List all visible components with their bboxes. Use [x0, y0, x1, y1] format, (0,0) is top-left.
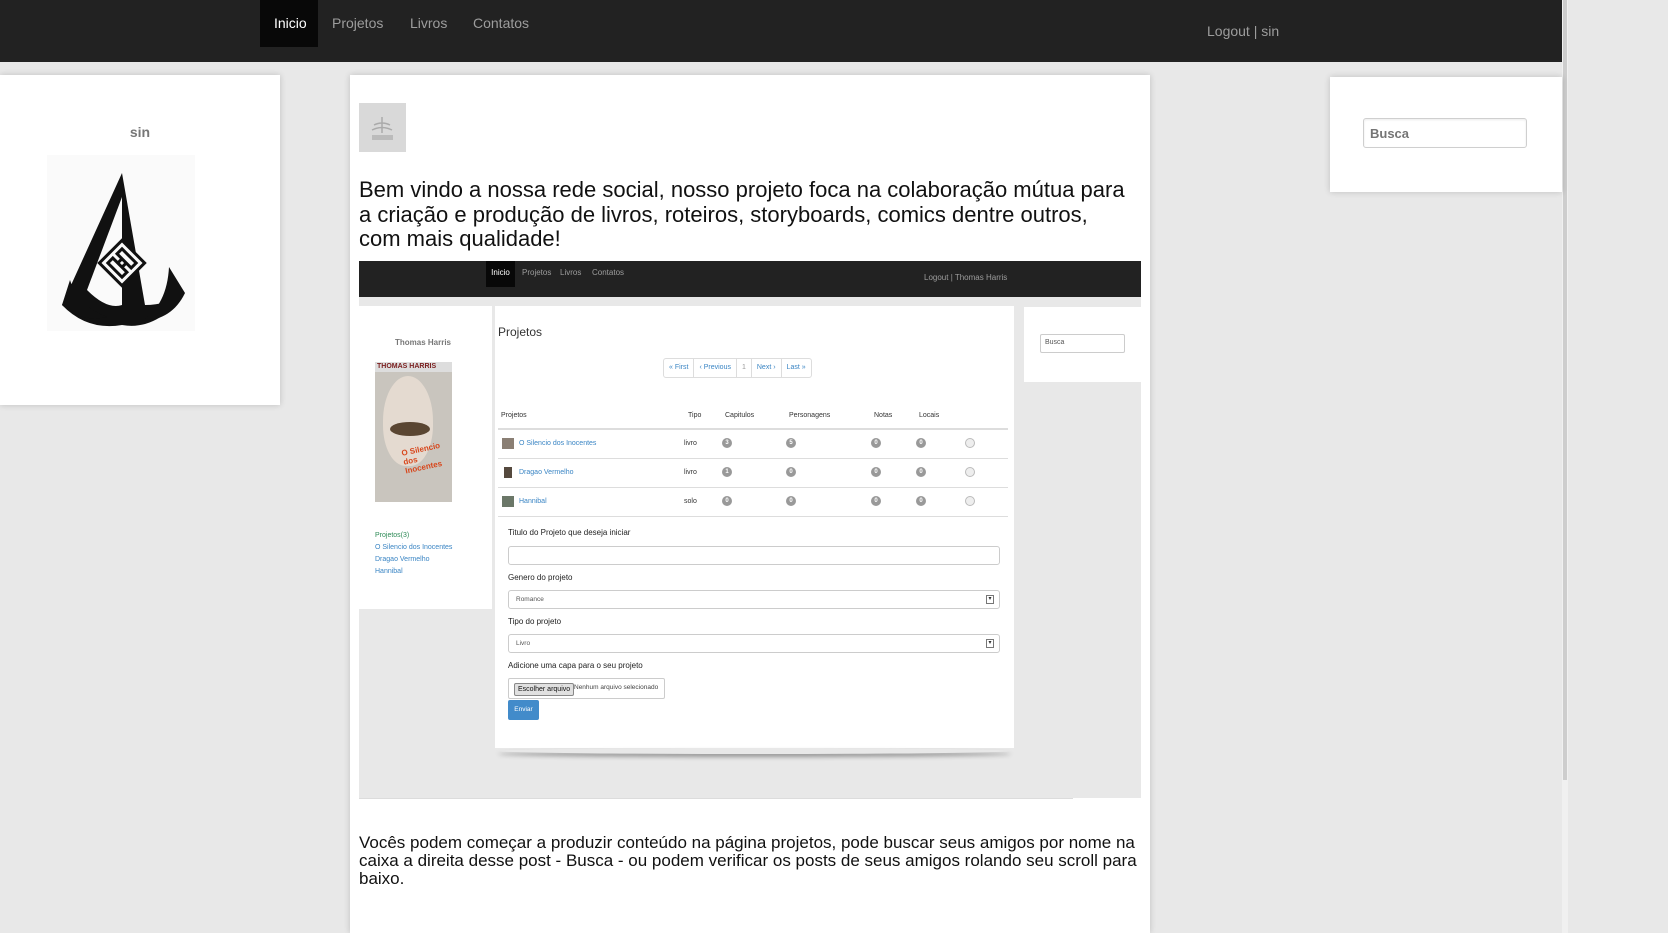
count-badge: 0 — [871, 496, 881, 506]
screenshot-genre-select: Romance ▾ — [508, 590, 1000, 609]
post-card: Bem vindo a nossa rede social, nosso pro… — [350, 75, 1150, 933]
screenshot-title-input — [508, 546, 1000, 565]
count-badge: 1 — [722, 467, 732, 477]
pager-previous: ‹ Previous — [694, 359, 737, 377]
file-choose-button: Escolher arquivo — [514, 683, 575, 696]
search-card — [1330, 77, 1562, 192]
screenshot-profile-card: Thomas Harris THOMAS HARRIS O Silencio d… — [359, 306, 492, 609]
count-badge: 0 — [871, 438, 881, 448]
pager-last: Last » — [786, 364, 806, 371]
table-header: Projetos — [501, 412, 527, 419]
nav-item-contatos[interactable]: Contatos — [473, 0, 529, 47]
table-row: O Silencio dos Inocentes livro 3 5 0 0 — [498, 430, 1008, 459]
project-thumbnail — [502, 496, 514, 507]
table-header: Tipo — [688, 412, 702, 419]
screenshot-page-title: Projetos — [498, 325, 543, 339]
profile-name[interactable]: sin — [0, 124, 280, 140]
project-name: Hannibal — [519, 498, 547, 505]
table-header: Capitulos — [725, 412, 755, 419]
screenshot-link-project: Hannibal — [375, 568, 403, 575]
scrollbar-thumb[interactable] — [1563, 0, 1567, 780]
screenshot-type-select: Livro ▾ — [508, 634, 1000, 653]
screenshot-book-cover: THOMAS HARRIS O Silencio dos Inocentes — [375, 362, 452, 502]
post-screenshot[interactable]: Inicio Projetos Livros Contatos Logout |… — [359, 261, 1141, 798]
file-status: Nenhum arquivo selecionado — [574, 684, 659, 691]
screenshot-logout: Logout | Thomas Harris — [924, 273, 1008, 282]
post-divider — [359, 798, 1073, 799]
count-badge: 5 — [786, 438, 796, 448]
table-header: Personagens — [789, 412, 831, 419]
settings-gear-icon — [965, 467, 975, 477]
table-header: Notas — [874, 412, 893, 419]
screenshot-search-input: Busca — [1040, 334, 1125, 353]
project-thumbnail — [502, 438, 514, 449]
form-label-genre: Genero do projeto — [508, 573, 573, 582]
type-select-value: Livro — [516, 640, 531, 647]
genre-select-value: Romance — [516, 596, 544, 603]
feather-logo-icon — [371, 117, 393, 140]
screenshot-search-card: Busca — [1024, 307, 1141, 382]
nav-item-livros[interactable]: Livros — [410, 0, 447, 47]
screenshot-nav-projetos: Projetos — [522, 268, 552, 277]
pager-page: 1 — [737, 359, 752, 377]
welcome-text: Bem vindo a nossa rede social, nosso pro… — [359, 177, 1125, 251]
screenshot-profile-name: Thomas Harris — [394, 338, 452, 347]
screenshot-nav-inicio: Inicio — [486, 261, 515, 287]
table-row: Hannibal solo 0 0 0 0 — [498, 488, 1008, 517]
form-label-title: Titulo do Projeto que deseja iniciar — [508, 528, 631, 537]
avatar[interactable] — [47, 155, 195, 331]
moth-icon — [390, 422, 430, 436]
count-badge: 0 — [871, 467, 881, 477]
screenshot-nav-livros: Livros — [560, 268, 582, 277]
form-label-cover: Adicione uma capa para o seu projeto — [508, 661, 643, 670]
count-badge: 0 — [916, 496, 926, 506]
search-input[interactable] — [1363, 118, 1527, 148]
count-badge: 0 — [786, 496, 796, 506]
count-badge: 0 — [916, 467, 926, 477]
screenshot-projects-panel: Projetos « First ‹ Previous 1 Next › Las… — [495, 306, 1014, 748]
project-name: O Silencio dos Inocentes — [519, 440, 597, 447]
count-badge: 0 — [786, 467, 796, 477]
settings-gear-icon — [965, 438, 975, 448]
nav-item-projetos[interactable]: Projetos — [332, 0, 383, 47]
count-badge: 0 — [916, 438, 926, 448]
top-navbar: Inicio Projetos Livros Contatos Logout |… — [0, 0, 1562, 62]
count-badge: 0 — [722, 496, 732, 506]
screenshot-file-input: Escolher arquivo Nenhum arquivo selecion… — [508, 678, 665, 699]
assassin-emblem-icon — [62, 173, 185, 327]
site-logo — [359, 103, 406, 152]
project-type: livro — [684, 440, 697, 447]
book-cover-author: THOMAS HARRIS — [375, 362, 452, 372]
screenshot-link-project: O Silencio dos Inocentes — [375, 544, 453, 551]
form-label-type: Tipo do projeto — [508, 617, 562, 626]
dropdown-arrow-icon: ▾ — [986, 639, 994, 648]
project-name: Dragao Vermelho — [519, 469, 574, 476]
screenshot-nav-contatos: Contatos — [592, 268, 625, 277]
panel-shadow — [498, 748, 1011, 754]
screenshot-link-projetos: Projetos(3) — [375, 532, 410, 539]
settings-gear-icon — [965, 496, 975, 506]
pager-first: « First — [664, 359, 695, 377]
screenshot-submit-button: Enviar — [508, 700, 539, 720]
screenshot-pagination: « First ‹ Previous 1 Next › Last » — [663, 358, 812, 378]
profile-card: sin — [0, 75, 280, 405]
post-body-text: Vocês podem começar a produzir conteúdo … — [359, 833, 1137, 888]
screenshot-link-project: Dragao Vermelho — [375, 556, 430, 563]
nav-item-inicio[interactable]: Inicio — [260, 0, 318, 47]
count-badge: 3 — [722, 438, 732, 448]
table-row: Dragao Vermelho livro 1 0 0 0 — [498, 459, 1008, 488]
pager-next: Next › — [752, 359, 782, 377]
project-type: solo — [684, 498, 697, 505]
screenshot-navbar: Inicio Projetos Livros Contatos Logout |… — [359, 261, 1141, 297]
table-header: Locais — [919, 412, 940, 419]
project-thumbnail — [504, 467, 512, 478]
logout-link[interactable]: Logout | sin — [1207, 23, 1279, 39]
project-type: livro — [684, 469, 697, 476]
dropdown-arrow-icon: ▾ — [986, 595, 994, 604]
